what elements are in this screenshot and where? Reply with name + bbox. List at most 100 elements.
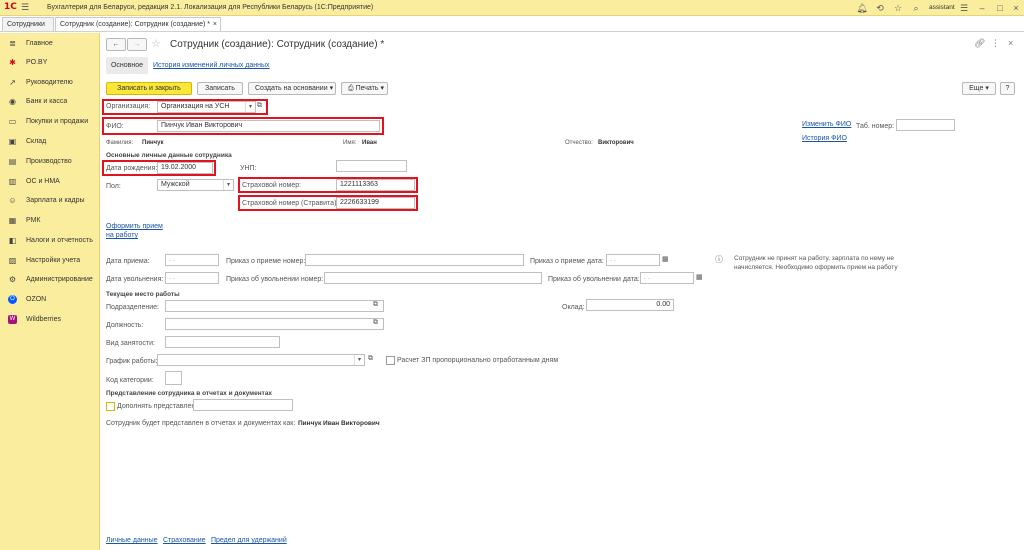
- tab-employees[interactable]: Сотрудники: [2, 17, 54, 31]
- sidebar-item-wildberries[interactable]: W Wildberries: [0, 310, 100, 329]
- fire-order-input[interactable]: [324, 272, 542, 284]
- history-icon[interactable]: ⟲: [874, 2, 886, 14]
- birth-input[interactable]: 19.02.2000: [157, 162, 213, 174]
- tab-number-input[interactable]: [896, 119, 955, 131]
- ozon-icon: O: [8, 295, 17, 304]
- forward-button[interactable]: →: [127, 38, 147, 51]
- hire-date-input[interactable]: . .: [165, 254, 219, 266]
- open-icon[interactable]: ⧉: [368, 355, 373, 363]
- save-button[interactable]: Записать: [197, 82, 243, 95]
- salary-label: Оклад:: [562, 304, 585, 311]
- tab-number-label: Таб. номер:: [856, 123, 895, 130]
- sidebar-item-main[interactable]: ≣ Главное: [0, 34, 100, 53]
- title-bar: 1С ☰ Бухгалтерия для Беларуси, редакция …: [0, 0, 1024, 16]
- save-close-button[interactable]: Записать и закрыть: [106, 82, 192, 95]
- unp-input[interactable]: [336, 160, 407, 172]
- org-dropdown-icon[interactable]: ▾: [245, 102, 255, 112]
- sidebar-item-poby[interactable]: ✱ PO.BY: [0, 53, 100, 72]
- tab-label: Сотрудники: [7, 21, 45, 28]
- open-icon[interactable]: ⧉: [373, 319, 378, 327]
- close-tab-icon[interactable]: ×: [213, 18, 217, 31]
- tab-label: Сотрудник (создание): Сотрудник (создани…: [60, 21, 210, 28]
- employment-input[interactable]: [165, 336, 280, 348]
- surname-value: Пинчук: [142, 140, 164, 146]
- fio-input[interactable]: Пинчук Иван Викторович: [157, 120, 380, 132]
- open-icon[interactable]: ⧉: [373, 301, 378, 309]
- sidebar-item-warehouse[interactable]: ▣ Склад: [0, 132, 100, 151]
- sidebar-item-label: Банк и касса: [26, 98, 68, 105]
- settings-menu-icon[interactable]: ☰: [958, 2, 970, 14]
- schedule-input[interactable]: [157, 354, 365, 366]
- sidebar-item-settings[interactable]: ▨ Настройки учета: [0, 251, 100, 270]
- footer-link-personal[interactable]: Личные данные: [106, 537, 158, 544]
- repr-check-label: Дополнять представление: [117, 403, 204, 410]
- printer-icon: ⎙: [348, 85, 354, 92]
- bank-icon: ◉: [9, 97, 16, 106]
- org-input[interactable]: Организация на УСН: [157, 101, 256, 113]
- calc-checkbox[interactable]: [386, 356, 395, 365]
- gender-dropdown-icon[interactable]: ▾: [223, 180, 233, 190]
- close-icon[interactable]: ×: [1010, 2, 1022, 14]
- dept-input[interactable]: [165, 300, 384, 312]
- salary-input[interactable]: 0.00: [586, 299, 674, 311]
- favorite-star-icon[interactable]: ☆: [151, 37, 161, 50]
- footer-link-limit[interactable]: Предел для удержаний: [211, 537, 287, 544]
- hire-order-date-input[interactable]: . .: [606, 254, 660, 266]
- insurance-stravita-input[interactable]: 2226633199: [336, 197, 415, 209]
- user-name[interactable]: assistant: [929, 4, 955, 11]
- report-icon: ◧: [8, 236, 17, 245]
- sidebar-item-salary[interactable]: ☺ Зарплата и кадры: [0, 191, 100, 210]
- help-button[interactable]: ?: [1000, 82, 1015, 95]
- open-icon[interactable]: ⧉: [257, 102, 262, 110]
- more-button[interactable]: Еще ▾: [962, 82, 996, 95]
- tab-history[interactable]: История изменений личных данных: [153, 62, 270, 69]
- link-icon[interactable]: 🔗︎: [974, 38, 985, 49]
- hire-order-input[interactable]: [305, 254, 524, 266]
- change-fio-link[interactable]: Изменить ФИО: [802, 121, 851, 128]
- sidebar-item-label: Склад: [26, 138, 47, 145]
- sidebar-item-assets[interactable]: ▥ ОС и НМА: [0, 172, 100, 191]
- sidebar-item-sales[interactable]: ▭ Покупки и продажи: [0, 112, 100, 131]
- cart-icon: ▭: [8, 117, 17, 126]
- form-close-icon[interactable]: ×: [1008, 38, 1013, 48]
- tab-main[interactable]: Основное: [106, 57, 148, 74]
- sidebar-item-bank[interactable]: ◉ Банк и касса: [0, 92, 100, 111]
- position-input[interactable]: [165, 318, 384, 330]
- more-vertical-icon[interactable]: ⋮: [991, 38, 1000, 49]
- more-label: Еще: [969, 85, 984, 92]
- fio-history-link[interactable]: История ФИО: [802, 135, 847, 142]
- tab-employee-create[interactable]: Сотрудник (создание): Сотрудник (создани…: [55, 17, 221, 31]
- fire-date-input[interactable]: . .: [165, 272, 219, 284]
- menu-icon[interactable]: ☰: [21, 3, 32, 13]
- sidebar-item-admin[interactable]: ⚙ Администрирование: [0, 270, 100, 289]
- sidebar-item-taxes[interactable]: ◧ Налоги и отчетность: [0, 231, 100, 250]
- sidebar-item-rmk[interactable]: ▦ РМК: [0, 211, 100, 230]
- print-label: Печать: [355, 85, 379, 92]
- repr-checkbox[interactable]: [106, 402, 115, 411]
- repr-input[interactable]: [193, 399, 293, 411]
- category-input[interactable]: [165, 371, 182, 385]
- footer-link-insurance[interactable]: Страхование: [163, 537, 206, 544]
- info-icon: ⓘ: [715, 255, 723, 264]
- fire-order-date-input[interactable]: . .: [640, 272, 694, 284]
- star-icon[interactable]: ☆: [892, 2, 904, 14]
- back-button[interactable]: ←: [106, 38, 126, 51]
- sidebar-item-manager[interactable]: ↗ Руководителю: [0, 73, 100, 92]
- hire-link[interactable]: Оформить прием на работу: [106, 222, 166, 240]
- insurance-input[interactable]: 1221113363: [336, 179, 415, 191]
- calendar-icon[interactable]: ▦: [696, 273, 703, 281]
- bell-icon[interactable]: 🔔︎: [856, 2, 868, 14]
- sidebar-item-ozon[interactable]: O OZON: [0, 290, 100, 309]
- sidebar: ≣ Главное ✱ PO.BY ↗ Руководителю ◉ Банк и ка…: [0, 33, 100, 550]
- maximize-icon[interactable]: □: [994, 2, 1006, 14]
- sidebar-item-production[interactable]: ▤ Производство: [0, 152, 100, 171]
- employment-label: Вид занятости:: [106, 340, 155, 347]
- create-based-button[interactable]: Создать на основании ▾: [248, 82, 336, 95]
- minimize-icon[interactable]: –: [976, 2, 988, 14]
- schedule-dropdown-icon[interactable]: ▾: [354, 355, 364, 365]
- fire-date-label: Дата увольнения:: [106, 276, 164, 283]
- hire-order-label: Приказ о приеме номер:: [226, 258, 306, 265]
- print-button[interactable]: ⎙ Печать ▾: [341, 82, 388, 95]
- search-icon[interactable]: ⌕: [910, 2, 922, 14]
- calendar-icon[interactable]: ▦: [662, 255, 669, 263]
